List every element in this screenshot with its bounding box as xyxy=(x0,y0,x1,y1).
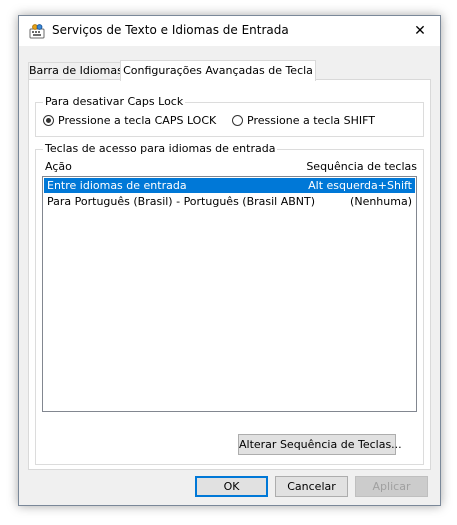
button-label: Alterar Sequência de Teclas... xyxy=(239,438,402,451)
caps-lock-group: Para desativar Caps Lock Pressione a tec… xyxy=(35,95,424,137)
item-sequence: Alt esquerda+Shift xyxy=(308,179,412,192)
tab-label: Configurações Avançadas de Tecla xyxy=(123,64,313,77)
tab-label: Barra de Idiomas xyxy=(29,64,123,77)
radio-selected-dot xyxy=(46,118,51,123)
item-sequence: (Nenhuma) xyxy=(350,195,412,208)
radio-button xyxy=(43,115,54,126)
tab-panel: Para desativar Caps Lock Pressione a tec… xyxy=(28,79,431,470)
radio-label: Pressione a tecla SHIFT xyxy=(247,114,375,127)
group-label: Teclas de acesso para idiomas de entrada xyxy=(43,142,278,155)
column-header-sequence: Sequência de teclas xyxy=(306,160,417,173)
hotkeys-group: Teclas de acesso para idiomas de entrada… xyxy=(35,142,424,465)
button-label: Aplicar xyxy=(372,480,411,493)
title-bar: Serviços de Texto e Idiomas de Entrada ✕ xyxy=(19,16,440,46)
window-title: Serviços de Texto e Idiomas de Entrada xyxy=(52,23,289,37)
close-icon: ✕ xyxy=(414,23,426,39)
radio-caps-lock[interactable]: Pressione a tecla CAPS LOCK xyxy=(43,114,216,127)
radio-shift[interactable]: Pressione a tecla SHIFT xyxy=(232,114,375,127)
change-key-sequence-button[interactable]: Alterar Sequência de Teclas... xyxy=(238,434,402,455)
item-action: Para Português (Brasil) - Português (Bra… xyxy=(47,195,316,208)
keyboard-icon xyxy=(29,24,45,39)
dialog-window: Serviços de Texto e Idiomas de Entrada ✕… xyxy=(18,15,441,506)
list-header: Ação Sequência de teclas xyxy=(42,160,417,174)
radio-label: Pressione a tecla CAPS LOCK xyxy=(58,114,217,127)
radio-button xyxy=(232,115,243,126)
hotkeys-list[interactable]: Entre idiomas de entrada Alt esquerda+Sh… xyxy=(42,176,417,412)
column-header-action: Ação xyxy=(45,160,72,173)
list-item[interactable]: Entre idiomas de entrada Alt esquerda+Sh… xyxy=(44,178,415,193)
button-label: OK xyxy=(223,480,240,493)
group-label: Para desativar Caps Lock xyxy=(43,95,186,108)
tab-barra-de-idiomas[interactable]: Barra de Idiomas xyxy=(28,62,123,80)
cancel-button[interactable]: Cancelar xyxy=(275,476,348,497)
tab-configuracoes-avancadas[interactable]: Configurações Avançadas de Tecla xyxy=(120,60,316,81)
button-label: Cancelar xyxy=(287,480,336,493)
item-action: Entre idiomas de entrada xyxy=(47,179,187,192)
close-button[interactable]: ✕ xyxy=(400,16,440,46)
list-item[interactable]: Para Português (Brasil) - Português (Bra… xyxy=(44,194,415,209)
apply-button: Aplicar xyxy=(355,476,428,497)
ok-button[interactable]: OK xyxy=(195,476,268,497)
